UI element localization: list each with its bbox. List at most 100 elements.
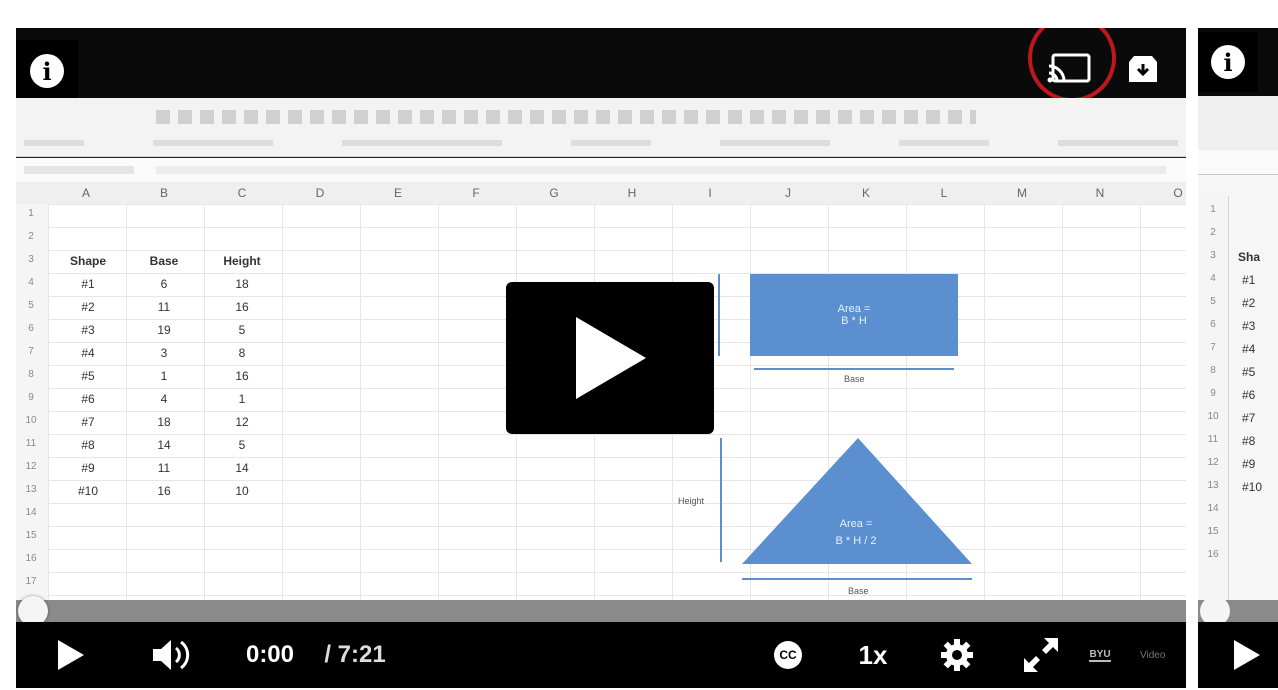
- table-header-cell[interactable]: Base: [134, 254, 194, 268]
- video-player[interactable]: i A B C D E F G H I J K L M N O 1 2 3 4 …: [16, 28, 1186, 688]
- table-cell[interactable]: 8: [212, 346, 272, 360]
- control-bar: 0:00 / 7:21 CC 1x BYU Video: [16, 622, 1186, 688]
- row-header[interactable]: 12: [16, 461, 46, 472]
- tri-formula: Area = B * H / 2: [806, 516, 906, 550]
- table-cell[interactable]: 3: [134, 346, 194, 360]
- row-header[interactable]: 13: [16, 484, 46, 495]
- column-header[interactable]: E: [388, 186, 408, 200]
- table-cell[interactable]: 18: [134, 415, 194, 429]
- next-play-button[interactable]: [1222, 622, 1272, 688]
- table-cell[interactable]: #2: [58, 300, 118, 314]
- table-cell[interactable]: 19: [134, 323, 194, 337]
- table-cell[interactable]: #1: [58, 277, 118, 291]
- playback-speed-button[interactable]: 1x: [848, 622, 898, 688]
- row-header[interactable]: 7: [16, 346, 46, 357]
- tri-formula-line2: B * H / 2: [835, 535, 877, 547]
- table-cell[interactable]: #9: [58, 461, 118, 475]
- next-info-button[interactable]: i: [1198, 32, 1258, 92]
- row-header[interactable]: 2: [16, 231, 46, 242]
- column-header[interactable]: L: [934, 186, 954, 200]
- cast-button[interactable]: [1036, 38, 1102, 100]
- rect-formula-line2: B * H: [841, 315, 867, 327]
- row-header[interactable]: 17: [16, 576, 46, 587]
- tri-height-arrow: [720, 438, 722, 562]
- table-cell[interactable]: 14: [212, 461, 272, 475]
- volume-button[interactable]: [146, 622, 200, 688]
- table-cell[interactable]: #7: [58, 415, 118, 429]
- table-cell[interactable]: 1: [212, 392, 272, 406]
- next-table-cell: #7: [1242, 411, 1256, 425]
- column-header[interactable]: M: [1012, 186, 1032, 200]
- row-header[interactable]: 8: [16, 369, 46, 380]
- play-button[interactable]: [46, 622, 96, 688]
- column-header[interactable]: D: [310, 186, 330, 200]
- row-header[interactable]: 15: [16, 530, 46, 541]
- next-table-cell: #5: [1242, 365, 1256, 379]
- next-row-header: 9: [1210, 388, 1216, 399]
- column-header[interactable]: B: [154, 186, 174, 200]
- table-cell[interactable]: 10: [212, 484, 272, 498]
- table-cell[interactable]: 4: [134, 392, 194, 406]
- table-cell[interactable]: 16: [134, 484, 194, 498]
- table-cell[interactable]: 11: [134, 300, 194, 314]
- table-cell[interactable]: 16: [212, 300, 272, 314]
- table-cell[interactable]: 6: [134, 277, 194, 291]
- settings-button[interactable]: [932, 622, 982, 688]
- table-cell[interactable]: #5: [58, 369, 118, 383]
- column-header[interactable]: C: [232, 186, 252, 200]
- column-header[interactable]: J: [778, 186, 798, 200]
- column-header[interactable]: N: [1090, 186, 1110, 200]
- captions-button[interactable]: CC: [766, 622, 810, 688]
- next-row-header: 1: [1210, 204, 1216, 215]
- next-row-header: 12: [1207, 457, 1219, 468]
- next-table-cell: #9: [1242, 457, 1256, 471]
- watch-later-button[interactable]: [1116, 38, 1170, 100]
- row-header[interactable]: 3: [16, 254, 46, 265]
- table-cell[interactable]: 5: [212, 438, 272, 452]
- big-play-button[interactable]: [506, 282, 714, 434]
- row-header[interactable]: 4: [16, 277, 46, 288]
- fullscreen-button[interactable]: [1016, 622, 1066, 688]
- table-cell[interactable]: 1: [134, 369, 194, 383]
- column-header[interactable]: K: [856, 186, 876, 200]
- table-cell[interactable]: #6: [58, 392, 118, 406]
- brand-logo[interactable]: BYU: [1080, 622, 1120, 688]
- table-cell[interactable]: 12: [212, 415, 272, 429]
- column-header[interactable]: I: [700, 186, 720, 200]
- row-headers: 1 2 3 4 5 6 7 8 9 10 11 12 13 14 15 16 17: [16, 204, 49, 606]
- table-cell[interactable]: 14: [134, 438, 194, 452]
- column-header[interactable]: O: [1168, 186, 1186, 200]
- table-header-cell[interactable]: Shape: [58, 254, 118, 268]
- table-cell[interactable]: 16: [212, 369, 272, 383]
- table-cell[interactable]: #10: [58, 484, 118, 498]
- row-header[interactable]: 5: [16, 300, 46, 311]
- info-icon: i: [30, 54, 64, 88]
- column-header[interactable]: H: [622, 186, 642, 200]
- table-cell[interactable]: #8: [58, 438, 118, 452]
- play-icon: [58, 640, 84, 670]
- row-header[interactable]: 14: [16, 507, 46, 518]
- table-header-cell[interactable]: Height: [212, 254, 272, 268]
- next-row-header: 8: [1210, 365, 1216, 376]
- tri-height-label: Height: [678, 496, 705, 506]
- row-header[interactable]: 6: [16, 323, 46, 334]
- table-cell[interactable]: 11: [134, 461, 194, 475]
- row-header[interactable]: 11: [16, 438, 46, 449]
- info-button[interactable]: i: [16, 40, 78, 102]
- next-row-header: 3: [1210, 250, 1216, 261]
- row-header[interactable]: 1: [16, 208, 46, 219]
- table-cell[interactable]: 18: [212, 277, 272, 291]
- row-header[interactable]: 10: [16, 415, 46, 426]
- progress-bar[interactable]: [16, 600, 1186, 622]
- column-header[interactable]: A: [76, 186, 96, 200]
- tri-base-label: Base: [848, 586, 869, 596]
- table-cell[interactable]: #4: [58, 346, 118, 360]
- next-video-player[interactable]: i 1 2 3 4 5 6 7 8 9 10 11 12 13 14 15 16 Sha #1 #2 #3 #4 #5 #…: [1198, 28, 1278, 688]
- column-header[interactable]: G: [544, 186, 564, 200]
- row-header[interactable]: 16: [16, 553, 46, 564]
- column-header[interactable]: F: [466, 186, 486, 200]
- table-cell[interactable]: #3: [58, 323, 118, 337]
- table-cell[interactable]: 5: [212, 323, 272, 337]
- next-video-top-bar: i: [1198, 28, 1278, 96]
- row-header[interactable]: 9: [16, 392, 46, 403]
